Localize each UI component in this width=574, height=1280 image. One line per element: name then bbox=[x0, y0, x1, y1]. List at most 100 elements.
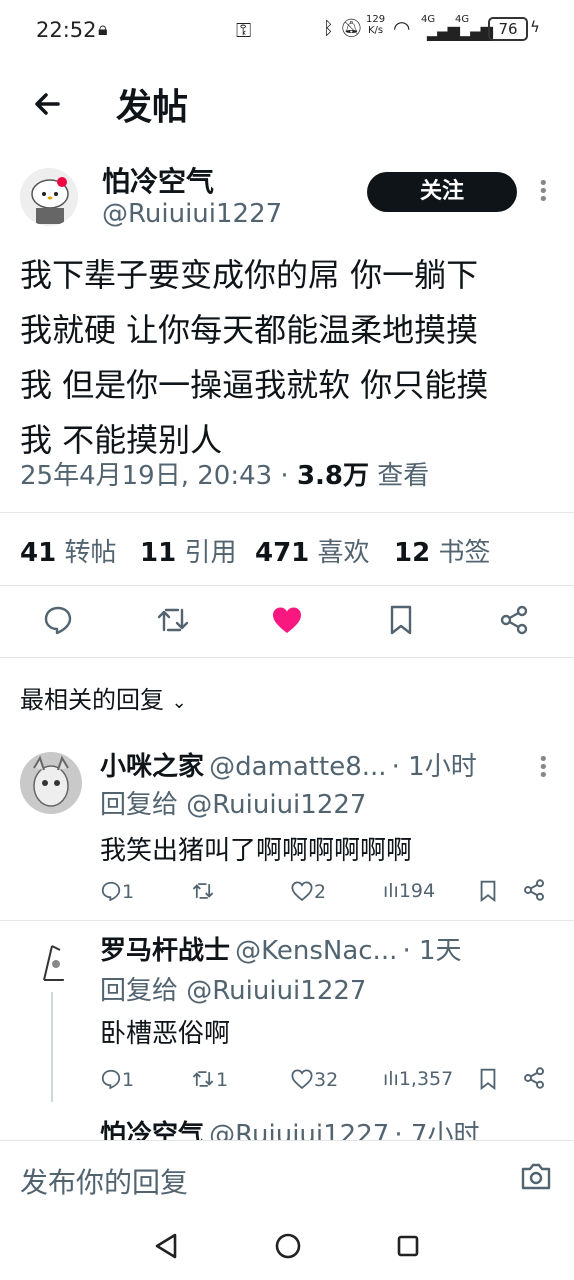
bookmark-icon[interactable] bbox=[478, 878, 498, 908]
post-line: 我 但是你一操逼我就软 你只能摸 bbox=[20, 366, 489, 404]
bluetooth-icon: ᛒ bbox=[323, 18, 334, 39]
bookmark-icon[interactable] bbox=[387, 604, 415, 636]
reply-time: · 7小时 bbox=[394, 1120, 480, 1140]
net-speed: 129 K/s bbox=[366, 14, 385, 36]
reply-icon[interactable] bbox=[42, 604, 74, 636]
reply-composer[interactable]: 发布你的回复 bbox=[0, 1140, 574, 1211]
status-bar: 22:52 🔒︎ ⚿ ᛒ 🔕︎ 129 K/s ◠ 4G ▂▄▆ 4G ▂▄▆ … bbox=[0, 0, 574, 60]
more-options-icon[interactable]: • • • bbox=[538, 175, 549, 209]
net-speed-value: 129 bbox=[366, 14, 386, 25]
heart-outline-icon bbox=[291, 1069, 313, 1090]
reply-to: 回复给 @Ruiuiui1227 bbox=[100, 784, 366, 821]
nav-recents-icon[interactable] bbox=[396, 1234, 420, 1262]
reply-sort-dropdown[interactable]: 最相关的回复 ⌄ bbox=[20, 680, 187, 715]
stat-bookmarks[interactable]: 12 书签 bbox=[394, 532, 490, 569]
net-speed-unit: K/s bbox=[367, 25, 384, 36]
reply-sort-label: 最相关的回复 bbox=[20, 686, 164, 714]
nav-back-icon[interactable] bbox=[153, 1232, 179, 1264]
battery-level: 76 bbox=[498, 20, 518, 38]
reply-header: 罗马杆战士 @KensNac... · 1天 bbox=[100, 930, 462, 967]
reply-like-button[interactable]: 2 bbox=[290, 880, 326, 903]
reply-to-prefix: 回复给 bbox=[100, 976, 179, 1006]
post-body: 我下辈子要变成你的屌 你一躺下 我就硬 让你每天都能温柔地摸摸 我 但是你一操逼… bbox=[20, 248, 560, 468]
back-arrow-icon[interactable] bbox=[28, 84, 68, 124]
stat-count: 471 bbox=[255, 538, 310, 568]
lock-icon: 🔒︎ bbox=[98, 19, 108, 40]
stat-count: 12 bbox=[394, 538, 431, 568]
signal-1-icon: ▂▄▆ bbox=[427, 22, 460, 41]
reply-to-prefix: 回复给 bbox=[100, 790, 179, 820]
reply-to-handle[interactable]: @Ruiuiui1227 bbox=[186, 976, 366, 1006]
heart-outline-icon bbox=[291, 881, 313, 902]
reply-time: · 1天 bbox=[402, 936, 462, 966]
reply-icon bbox=[101, 1069, 121, 1090]
reply-author-handle[interactable]: @KensNac... bbox=[235, 936, 397, 966]
views-chart-icon: ılı bbox=[383, 1068, 399, 1090]
reply-text: 卧槽恶俗啊 bbox=[100, 1019, 231, 1049]
divider bbox=[0, 585, 574, 586]
reply-views[interactable]: ılı1,357 bbox=[383, 1068, 453, 1090]
more-options-icon[interactable]: • • • bbox=[538, 751, 549, 785]
stat-count: 41 bbox=[20, 538, 57, 568]
divider bbox=[0, 920, 574, 921]
reply-retweet-button[interactable]: 1 bbox=[190, 1068, 228, 1091]
stat-label: 引用 bbox=[184, 538, 237, 568]
reply-header: 小咪之家 @damatte8... · 1小时 bbox=[100, 746, 477, 783]
stat-likes[interactable]: 471 喜欢 bbox=[255, 532, 370, 569]
reply-author-name[interactable]: 小咪之家 bbox=[100, 752, 204, 782]
post-line: 我下辈子要变成你的屌 你一躺下 bbox=[20, 256, 479, 294]
reply-avatar[interactable] bbox=[20, 752, 82, 814]
reply-header: 怕冷空气 @Ruiuiui1227 · 7小时 bbox=[100, 1114, 479, 1140]
reply-retweet-button[interactable] bbox=[190, 880, 216, 903]
page-title: 发帖 bbox=[116, 87, 189, 128]
bookmark-icon[interactable] bbox=[478, 1066, 498, 1096]
reply-author-handle[interactable]: @Ruiuiui1227 bbox=[209, 1120, 389, 1140]
reply-comment-button[interactable]: 1 bbox=[100, 1068, 134, 1091]
reply-text: 我笑出猪叫了啊啊啊啊啊啊 bbox=[100, 836, 413, 866]
author-avatar[interactable] bbox=[20, 168, 78, 226]
camera-icon[interactable] bbox=[520, 1161, 552, 1195]
like-heart-icon[interactable] bbox=[270, 604, 304, 636]
view-count[interactable]: 3.8万 bbox=[297, 461, 369, 491]
stat-label: 书签 bbox=[438, 538, 491, 568]
share-icon[interactable] bbox=[522, 878, 546, 906]
author-name[interactable]: 怕冷空气 bbox=[102, 160, 214, 200]
reply-avatar[interactable] bbox=[30, 940, 74, 984]
stat-retweets[interactable]: 41 转帖 bbox=[20, 532, 116, 569]
divider bbox=[0, 657, 574, 658]
signal-2-icon: ▂▄▆ bbox=[460, 22, 493, 41]
top-bar: 发帖 bbox=[0, 70, 574, 140]
system-nav-bar bbox=[0, 1210, 574, 1280]
reply-view-count: 1,357 bbox=[398, 1068, 454, 1090]
reply-comment-button[interactable]: 1 bbox=[100, 880, 134, 903]
nav-home-icon[interactable] bbox=[274, 1232, 302, 1264]
charging-icon: ϟ bbox=[530, 18, 540, 36]
follow-button[interactable]: 关注 bbox=[367, 172, 517, 212]
reply-input[interactable]: 发布你的回复 bbox=[20, 1161, 188, 1201]
reply-partial: 怕冷空气 @Ruiuiui1227 · 7小时 bbox=[0, 1108, 574, 1140]
share-icon[interactable] bbox=[498, 604, 530, 636]
view-label: 查看 bbox=[369, 461, 430, 491]
stat-quotes[interactable]: 11 引用 bbox=[140, 532, 236, 569]
like-heart-fill bbox=[273, 607, 301, 633]
reply-author-name[interactable]: 怕冷空气 bbox=[100, 1120, 204, 1140]
retweet-icon[interactable] bbox=[156, 604, 190, 636]
post-meta: 25年4月19日, 20:43 · 3.8万 查看 bbox=[20, 455, 429, 492]
stat-count: 11 bbox=[140, 538, 177, 568]
views-chart-icon: ılı bbox=[383, 880, 399, 902]
reply-comment-count: 1 bbox=[122, 1069, 135, 1091]
reply-like-button[interactable]: 32 bbox=[290, 1068, 338, 1091]
reply-author-handle[interactable]: @damatte8... bbox=[209, 752, 386, 782]
reply-like-count: 2 bbox=[314, 881, 327, 903]
reply-time: · 1小时 bbox=[391, 752, 477, 782]
share-icon[interactable] bbox=[522, 1066, 546, 1094]
post-line: 我就硬 让你每天都能温柔地摸摸 bbox=[20, 311, 479, 349]
reply-author-name[interactable]: 罗马杆战士 bbox=[100, 936, 230, 966]
retweet-icon bbox=[192, 883, 214, 899]
reply-like-count: 32 bbox=[314, 1069, 339, 1091]
reply-views[interactable]: ılı194 bbox=[383, 880, 435, 902]
reply-to: 回复给 @Ruiuiui1227 bbox=[100, 970, 366, 1007]
stat-label: 喜欢 bbox=[317, 538, 370, 568]
reply-to-handle[interactable]: @Ruiuiui1227 bbox=[186, 790, 366, 820]
author-handle[interactable]: @Ruiuiui1227 bbox=[102, 199, 282, 229]
